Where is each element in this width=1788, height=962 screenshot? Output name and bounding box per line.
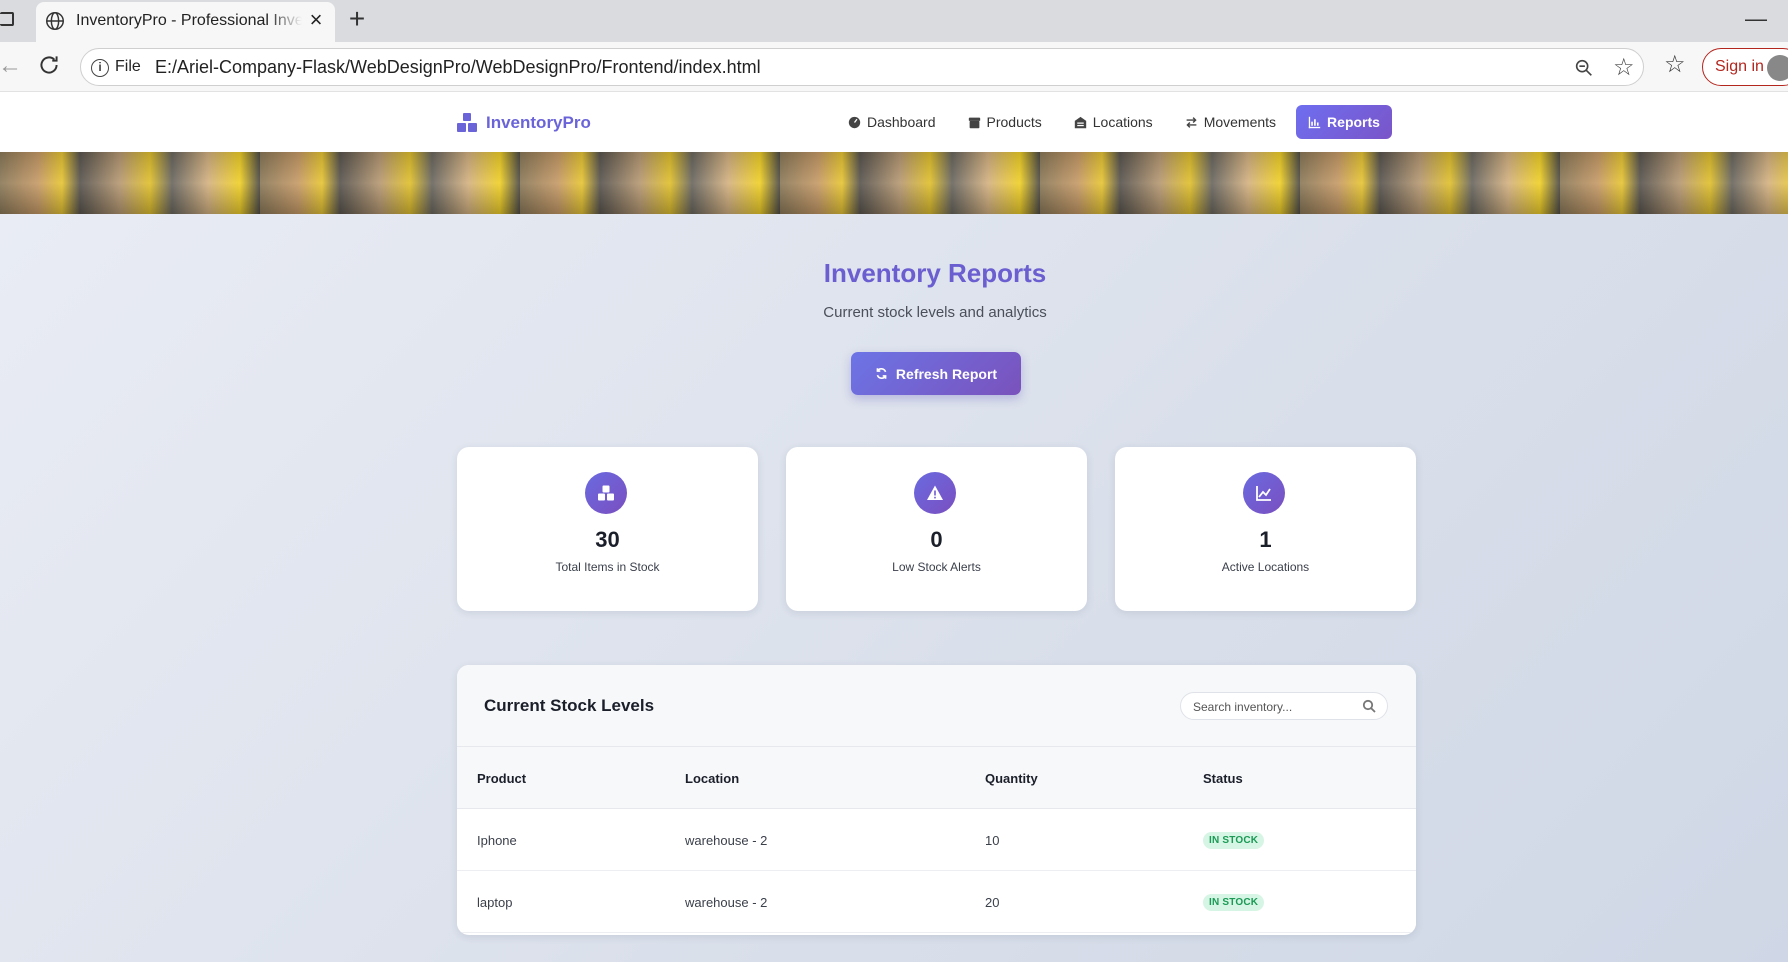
main-content: Inventory Reports Current stock levels a…: [0, 214, 1788, 962]
table-row[interactable]: laptop warehouse - 2 20 IN STOCK: [457, 871, 1416, 933]
cell-location: warehouse - 2: [685, 833, 768, 848]
stat-value: 1: [1259, 527, 1272, 552]
stock-card-header: Current Stock Levels: [457, 665, 1416, 747]
app-navbar: InventoryPro Dashboard Products Location…: [0, 92, 1788, 152]
table-header-row: Product Location Quantity Status: [457, 747, 1416, 809]
search-box[interactable]: [1180, 692, 1388, 720]
column-header-status[interactable]: Status: [1203, 771, 1243, 786]
sync-icon: [876, 368, 887, 379]
minimize-button[interactable]: —: [1744, 4, 1768, 34]
column-header-product[interactable]: Product: [477, 771, 526, 786]
nav-dashboard[interactable]: Dashboard: [836, 105, 948, 139]
sign-in-button[interactable]: Sign in: [1702, 48, 1788, 86]
stock-card-title: Current Stock Levels: [484, 696, 655, 715]
refresh-report-button[interactable]: Refresh Report: [851, 352, 1021, 395]
nav-movements-label: Movements: [1203, 114, 1277, 130]
zoom-out-icon[interactable]: [1573, 57, 1595, 79]
column-header-quantity[interactable]: Quantity: [985, 771, 1038, 786]
url-text[interactable]: E:/Ariel-Company-Flask/WebDesignPro/WebD…: [155, 57, 761, 78]
nav-locations-label: Locations: [1092, 114, 1153, 130]
cubes-icon: [598, 485, 614, 501]
nav-movements[interactable]: Movements: [1173, 105, 1288, 139]
nav-products-label: Products: [986, 114, 1042, 130]
nav-dashboard-label: Dashboard: [867, 114, 936, 130]
stat-value: 0: [930, 527, 943, 552]
warehouse-icon: [1074, 116, 1086, 128]
new-tab-button[interactable]: +: [342, 4, 372, 34]
stat-card-active-locations: 1 Active Locations: [1115, 447, 1416, 611]
address-bar[interactable]: i File E:/Ariel-Company-Flask/WebDesignP…: [80, 48, 1644, 86]
stat-label: Total Items in Stock: [555, 560, 660, 574]
bookmark-star-icon[interactable]: ☆: [1613, 53, 1635, 82]
stat-label: Active Locations: [1221, 560, 1310, 574]
nav-reports[interactable]: Reports: [1296, 105, 1392, 139]
stock-levels-card: Current Stock Levels Product Location Qu…: [457, 665, 1416, 935]
reload-icon[interactable]: [36, 52, 62, 78]
status-badge: IN STOCK: [1203, 894, 1265, 911]
stat-label: Low Stock Alerts: [892, 560, 981, 574]
stat-icon-circle: [1243, 472, 1285, 514]
chart-line-icon: [1256, 486, 1271, 501]
nav-products[interactable]: Products: [956, 105, 1054, 139]
search-input[interactable]: [1193, 697, 1353, 717]
cell-location: warehouse - 2: [685, 895, 768, 910]
back-arrow-icon[interactable]: ←: [0, 52, 22, 80]
brand[interactable]: InventoryPro: [456, 110, 591, 136]
search-icon[interactable]: [1362, 699, 1376, 713]
page-subtitle: Current stock levels and analytics: [823, 304, 1047, 321]
chart-icon: [1308, 116, 1321, 128]
column-header-location[interactable]: Location: [685, 771, 739, 786]
stat-value: 30: [595, 527, 620, 552]
exchange-icon: [1186, 116, 1197, 128]
window-menu-icon[interactable]: [0, 12, 14, 26]
table-row[interactable]: Iphone warehouse - 2 10 IN STOCK: [457, 809, 1416, 871]
stat-card-low-stock: 0 Low Stock Alerts: [786, 447, 1087, 611]
tab-title: InventoryPro - Professional Inventory: [76, 12, 302, 29]
nav-locations[interactable]: Locations: [1062, 105, 1165, 139]
scheme-label: File: [115, 58, 141, 75]
cell-quantity: 20: [985, 895, 1000, 910]
site-info-icon[interactable]: i: [91, 59, 109, 77]
cell-product: Iphone: [477, 833, 517, 848]
page-title: Inventory Reports: [823, 258, 1047, 288]
cell-quantity: 10: [985, 833, 1000, 848]
sign-in-label: Sign in: [1715, 58, 1764, 75]
browser-tab-bar: InventoryPro - Professional Inventory × …: [0, 0, 1788, 42]
refresh-report-label: Refresh Report: [895, 365, 998, 382]
nav-reports-label: Reports: [1327, 114, 1380, 130]
main-nav: Dashboard Products Locations Movements R…: [836, 105, 1392, 139]
brand-name: InventoryPro: [486, 113, 591, 132]
browser-toolbar: ← i File E:/Ariel-Company-Flask/WebDesig…: [0, 42, 1788, 92]
close-tab-icon[interactable]: ×: [304, 8, 328, 32]
dashboard-icon: [848, 116, 861, 128]
warehouse-hero-image: [0, 152, 1788, 214]
favorites-icon[interactable]: ☆: [1664, 50, 1686, 79]
browser-tab[interactable]: InventoryPro - Professional Inventory ×: [36, 2, 335, 42]
profile-avatar-icon: [1767, 55, 1788, 81]
stat-icon-circle: [585, 472, 627, 514]
warning-icon: [927, 485, 943, 500]
cubes-logo-icon: [457, 113, 477, 132]
stat-icon-circle: [914, 472, 956, 514]
box-icon: [968, 117, 980, 128]
status-badge: IN STOCK: [1203, 832, 1265, 849]
globe-icon: [46, 12, 64, 30]
cell-product: laptop: [477, 895, 513, 910]
stat-card-total-items: 30 Total Items in Stock: [457, 447, 758, 611]
